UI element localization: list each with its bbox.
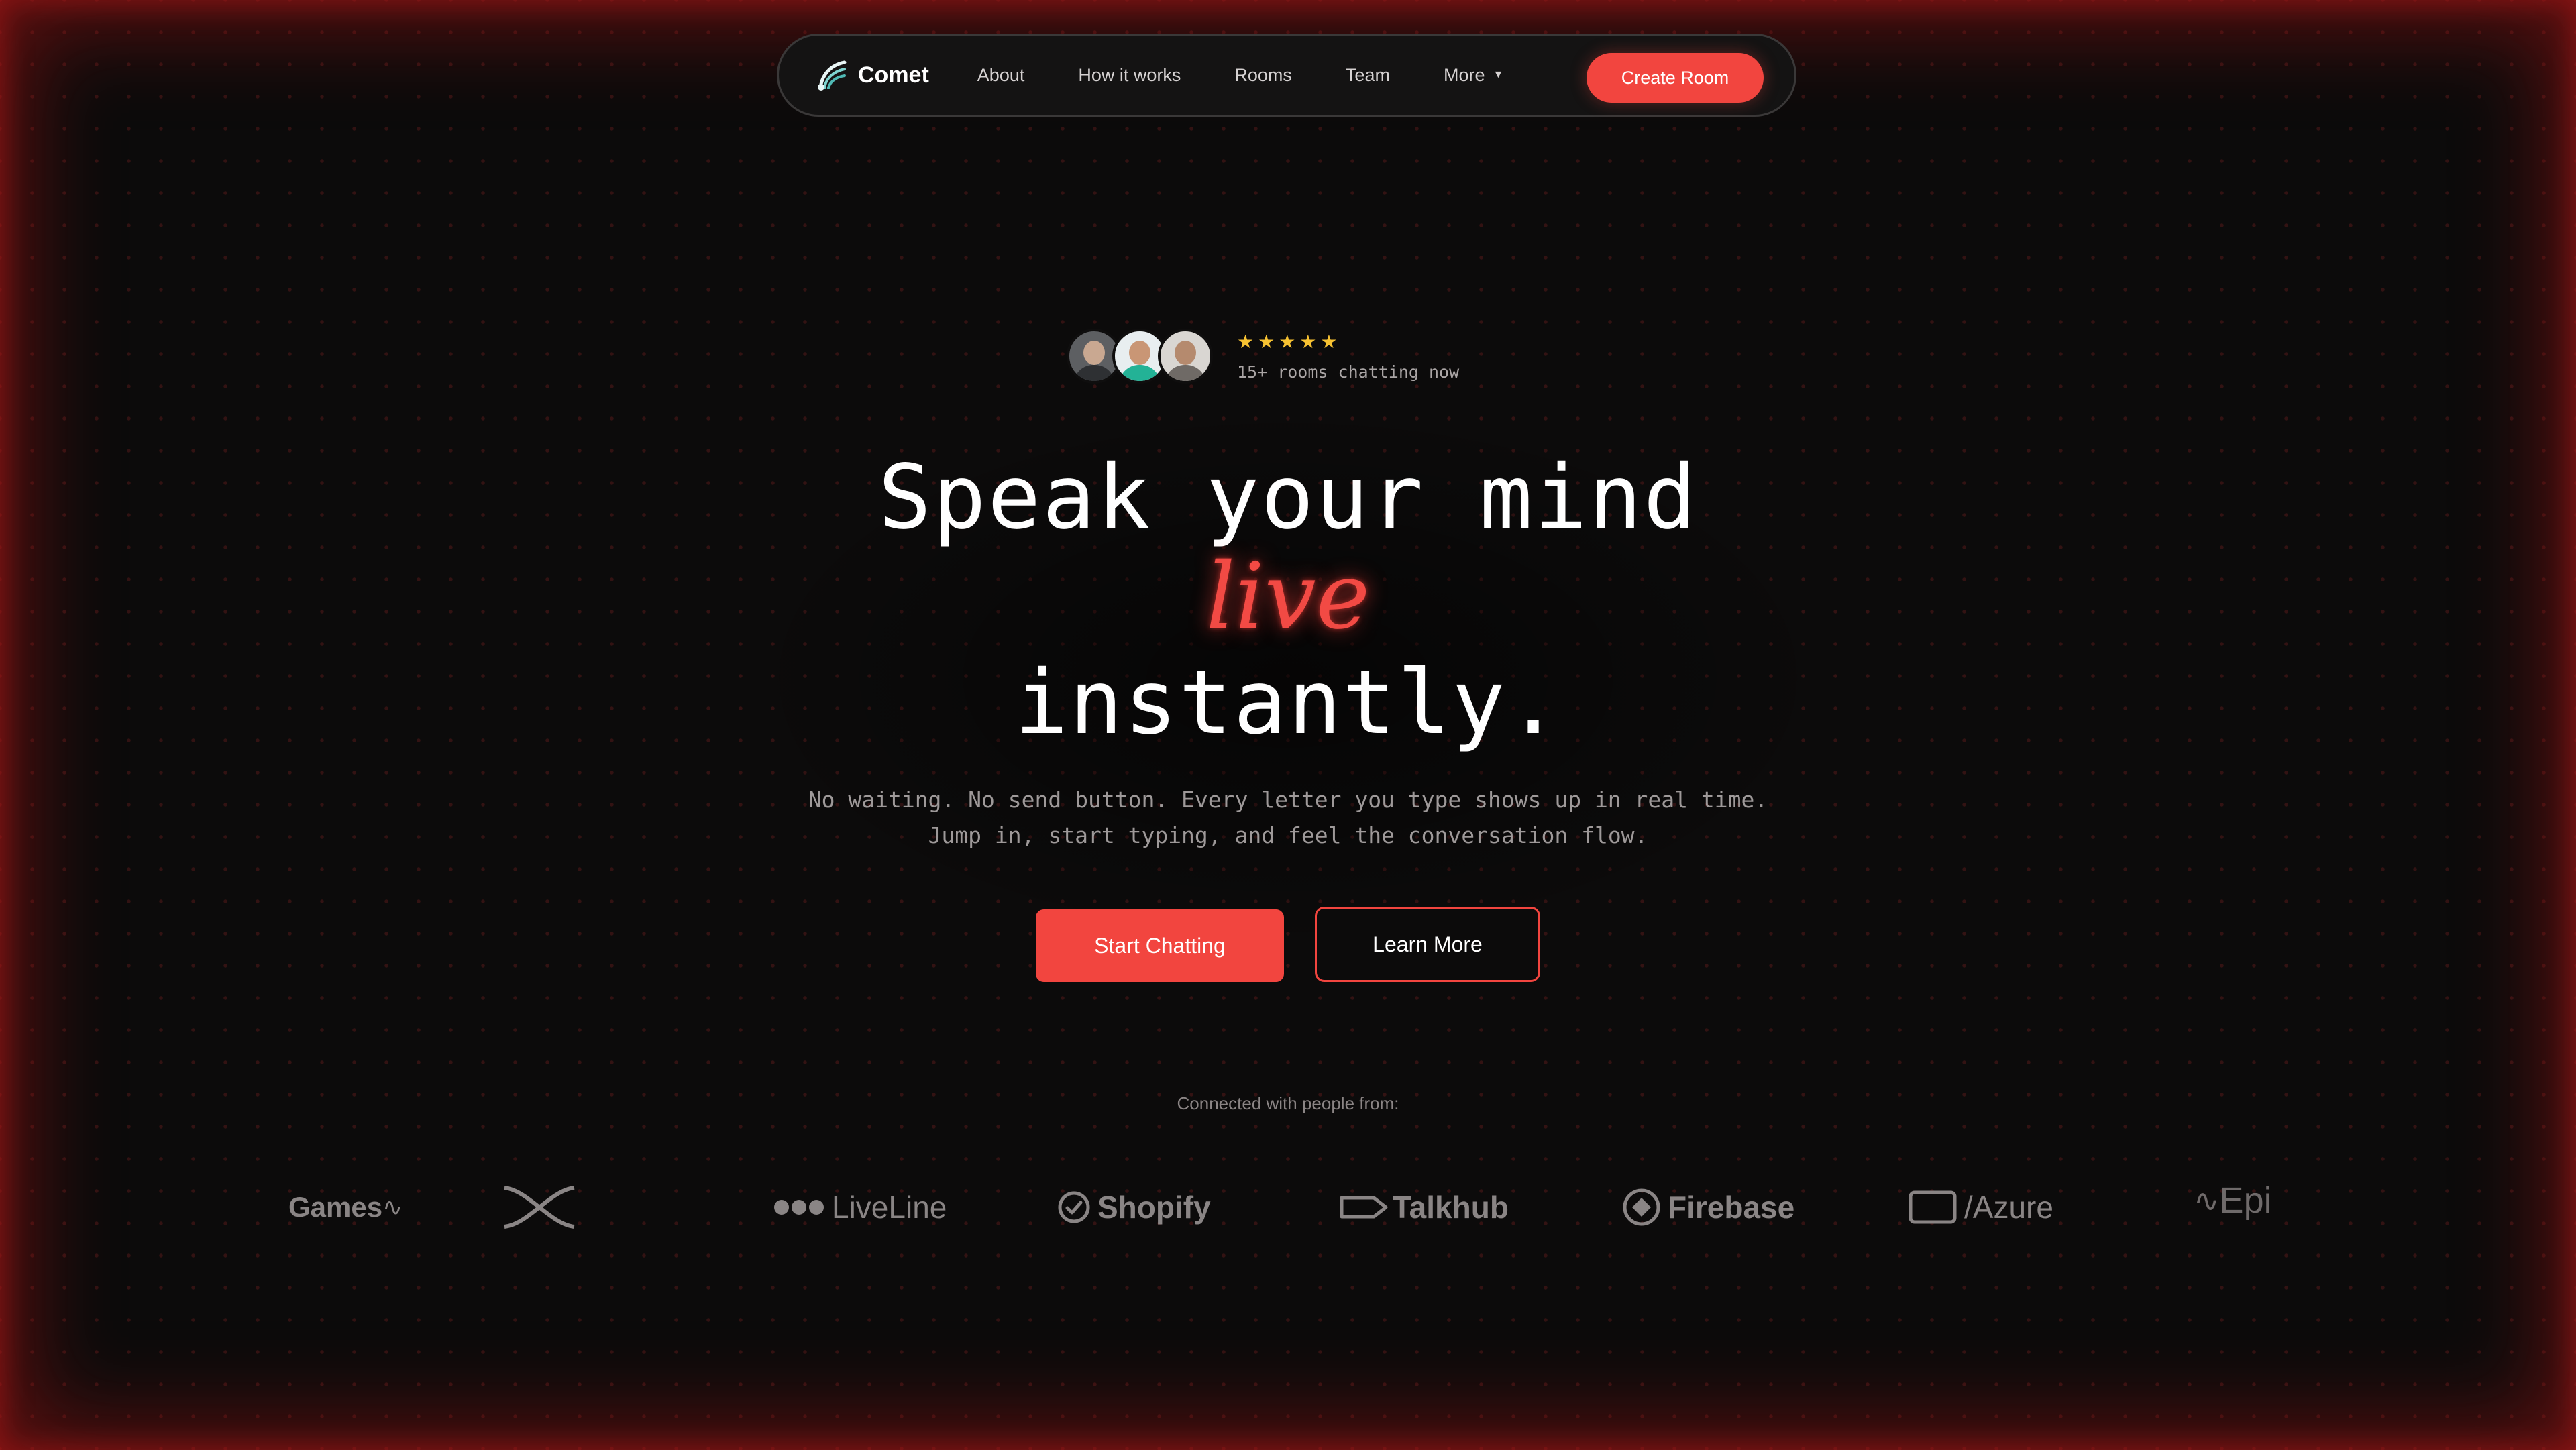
nav-link-how-it-works[interactable]: How it works [1078,65,1181,86]
learn-more-button[interactable]: Learn More [1315,907,1540,982]
caret-down-icon: ▼ [1493,69,1504,80]
brand-name: Comet [858,62,929,88]
logo-talkhub-label: Talkhub [1393,1190,1509,1225]
avatar [1158,329,1213,384]
avatar-group [1067,329,1213,384]
comet-logo-icon [818,60,847,91]
connected-caption: Connected with people from: [1177,1093,1399,1113]
rectangle-icon [1909,1190,1957,1224]
rooms-count-caption: 15+ rooms chatting now [1237,362,1460,382]
wave-icon: ∿ [382,1193,403,1221]
logo-games-label: Games [288,1191,383,1223]
nav-link-about[interactable]: About [977,65,1025,86]
logo-epic-label: Epi [2219,1180,2272,1221]
logo-talkhub: Talkhub [1339,1180,1509,1234]
nav-link-rooms[interactable]: Rooms [1234,65,1292,86]
hero-headline-highlight: live [1205,544,1371,650]
nav-link-team[interactable]: Team [1346,65,1390,86]
nav-links: About How it works Rooms Team More ▼ [977,65,1504,86]
three-dots-icon [774,1200,824,1215]
star-rating: ★★★★★ [1237,331,1342,352]
logo-firebase-label: Firebase [1668,1190,1795,1225]
logo-shopify-label: Shopify [1097,1190,1211,1225]
start-chatting-button[interactable]: Start Chatting [1036,909,1284,982]
hero-headline-line1: Speak your mind [877,446,1699,549]
diamond-circle-icon [1623,1188,1660,1226]
hero-headline-line3: instantly. [1014,651,1562,755]
tag-arrow-icon [1340,1196,1388,1219]
nav-link-more-label: More [1443,64,1485,85]
navbar: Comet About How it works Rooms Team More… [777,34,1796,117]
check-circle-icon [1058,1191,1090,1223]
logo-shopify: Shopify [1057,1180,1211,1234]
logo-azure: /Azure [1908,1180,2053,1234]
logo-cross-mark [502,1180,577,1234]
brand[interactable]: Comet [815,58,929,92]
logo-epic: ∿ Epi [2194,1174,2272,1227]
curved-x-icon [504,1186,575,1229]
nav-link-more[interactable]: More ▼ [1444,65,1503,86]
hero-subtitle-line1: No waiting. No send button. Every letter… [808,787,1768,813]
hero-subtitle-line2: Jump in, start typing, and feel the conv… [928,822,1648,848]
social-proof: ★★★★★ 15+ rooms chatting now [1067,329,1459,384]
logo-azure-label: /Azure [1964,1190,2053,1225]
logo-games: Games ∿ [288,1180,402,1234]
logo-firebase: Firebase [1622,1180,1794,1234]
logo-liveline: LiveLine [773,1180,947,1234]
wave-icon: ∿ [2194,1183,2220,1218]
proof-text: ★★★★★ 15+ rooms chatting now [1237,331,1459,382]
logo-liveline-label: LiveLine [832,1190,947,1225]
create-room-button[interactable]: Create Room [1587,53,1764,103]
